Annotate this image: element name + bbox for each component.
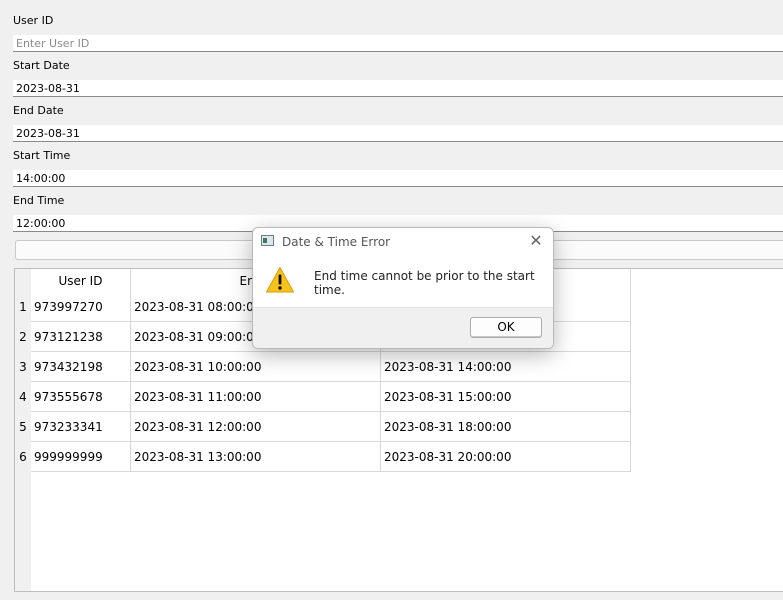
exit-cell[interactable]: 2023-08-31 15:00:00 (381, 382, 631, 412)
user-id-cell[interactable]: 973121238 (31, 322, 131, 352)
row-number: 6 (15, 442, 31, 472)
user-id-cell[interactable]: 973555678 (31, 382, 131, 412)
start-date-input[interactable]: 2023-08-31 (13, 80, 783, 97)
dialog-title-bar[interactable]: Date & Time Error ✕ (253, 228, 553, 256)
row-number: 1 (15, 292, 31, 322)
entry-cell[interactable]: 2023-08-31 11:00:00 (131, 382, 381, 412)
start-date-label: Start Date (13, 59, 70, 72)
dialog-footer: OK (253, 307, 553, 348)
dialog-title: Date & Time Error (282, 235, 391, 249)
entry-cell[interactable]: 2023-08-31 13:00:00 (131, 442, 381, 472)
entry-cell[interactable]: 2023-08-31 10:00:00 (131, 352, 381, 382)
close-icon[interactable]: ✕ (526, 231, 546, 251)
entry-cell[interactable]: 2023-08-31 12:00:00 (131, 412, 381, 442)
user-id-cell[interactable]: 999999999 (31, 442, 131, 472)
dialog-body: End time cannot be prior to the start ti… (253, 256, 553, 307)
row-number: 4 (15, 382, 31, 412)
user-id-input[interactable]: Enter User ID (13, 35, 783, 52)
start-time-label: Start Time (13, 149, 71, 162)
user-id-cell[interactable]: 973432198 (31, 352, 131, 382)
user-id-cell[interactable]: 973997270 (31, 292, 131, 322)
ok-button[interactable]: OK (470, 317, 542, 338)
warning-icon (265, 266, 295, 297)
row-number: 3 (15, 352, 31, 382)
exit-cell[interactable]: 2023-08-31 18:00:00 (381, 412, 631, 442)
end-date-input[interactable]: 2023-08-31 (13, 125, 783, 142)
end-time-label: End Time (13, 194, 65, 207)
row-number: 2 (15, 322, 31, 352)
exit-cell[interactable]: 2023-08-31 14:00:00 (381, 352, 631, 382)
user-id-label: User ID (13, 14, 54, 27)
app-window-icon (261, 235, 274, 246)
start-time-input[interactable]: 14:00:00 (13, 170, 783, 187)
row-number: 5 (15, 412, 31, 442)
dialog-message: End time cannot be prior to the start ti… (314, 269, 535, 297)
error-dialog[interactable]: Date & Time Error ✕ End time cannot be p… (252, 227, 554, 349)
exit-cell[interactable]: 2023-08-31 20:00:00 (381, 442, 631, 472)
user-id-cell[interactable]: 973233341 (31, 412, 131, 442)
end-date-label: End Date (13, 104, 64, 117)
